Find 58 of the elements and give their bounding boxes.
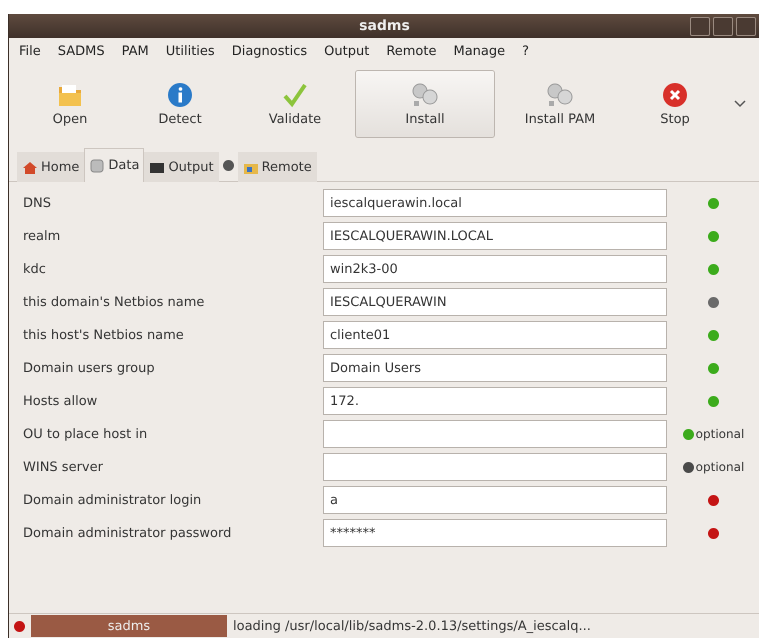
menu-item[interactable]: Diagnostics	[232, 44, 308, 59]
info-icon	[167, 82, 193, 108]
optional-note: optional	[696, 460, 744, 474]
input-field[interactable]: IESCALQUERAWIN.LOCAL	[323, 222, 667, 250]
field-label: Hosts allow	[23, 394, 98, 408]
field-label: Domain users group	[23, 360, 156, 376]
menu-item[interactable]: PAM	[122, 44, 149, 59]
close-button[interactable]	[736, 17, 756, 36]
field-label: this domain's Netbios name	[23, 294, 206, 310]
field-label: this host's Netbios name	[23, 328, 185, 342]
menu-item[interactable]: Utilities	[166, 44, 215, 59]
status-name: sadms	[31, 615, 227, 637]
input-field[interactable]: *******	[323, 519, 667, 547]
field-label: kdc	[23, 262, 47, 276]
maximize-button[interactable]	[713, 17, 733, 36]
tab[interactable]: Data	[84, 148, 144, 182]
gears-icon	[546, 82, 574, 108]
window-title: sadms	[359, 18, 410, 34]
field-label: realm	[23, 228, 62, 244]
input-field[interactable]: win2k3-00	[323, 255, 667, 283]
toolbar-button[interactable]: Detect	[125, 70, 235, 138]
menu-item[interactable]: Output	[324, 44, 370, 59]
input-field[interactable]	[323, 453, 667, 481]
tab[interactable]: Home	[17, 152, 84, 182]
stop-icon	[662, 82, 688, 108]
field-label: WINS server	[23, 460, 104, 474]
tab[interactable]: Output	[144, 152, 219, 182]
toolbar-button[interactable]: Open	[15, 70, 125, 138]
input-field[interactable]: 172.	[323, 387, 667, 415]
input-field[interactable]: cliente01	[323, 321, 667, 349]
chevron-down-icon[interactable]	[734, 100, 746, 108]
menu-item[interactable]: SADMS	[58, 44, 105, 59]
status-dot	[222, 160, 234, 171]
house-icon	[22, 160, 38, 176]
database-icon	[89, 158, 106, 174]
status-message: loading /usr/local/lib/sadms-2.0.13/settings/A_iescalq...	[233, 618, 591, 634]
field-label: Domain administrator login	[23, 492, 202, 508]
tab[interactable]: Remote	[238, 152, 317, 182]
toolbar-button[interactable]: Install	[355, 70, 495, 138]
menu-item[interactable]: Remote	[386, 44, 436, 59]
menu-item[interactable]: Manage	[453, 44, 506, 59]
toolbar-button[interactable]: Install PAM	[495, 70, 625, 138]
input-field[interactable]: IESCALQUERAWIN	[323, 288, 667, 316]
check-icon	[282, 82, 308, 108]
input-field[interactable]: a	[323, 486, 667, 514]
menu-item[interactable]: ?	[522, 44, 530, 59]
optional-note: optional	[696, 427, 744, 441]
menu-item[interactable]: File	[19, 44, 41, 59]
toolbar-button[interactable]: Validate	[235, 70, 355, 138]
input-field[interactable]	[323, 420, 667, 448]
gears-icon	[411, 82, 439, 108]
input-field[interactable]: Domain Users	[323, 354, 667, 382]
input-field[interactable]: iescalquerawin.local	[323, 189, 667, 217]
field-label: DNS	[23, 196, 52, 210]
field-label: Domain administrator password	[23, 526, 232, 540]
toolbar-button[interactable]: Stop	[625, 70, 725, 138]
field-label: OU to place host in	[23, 426, 148, 442]
minimize-button[interactable]	[690, 17, 710, 36]
